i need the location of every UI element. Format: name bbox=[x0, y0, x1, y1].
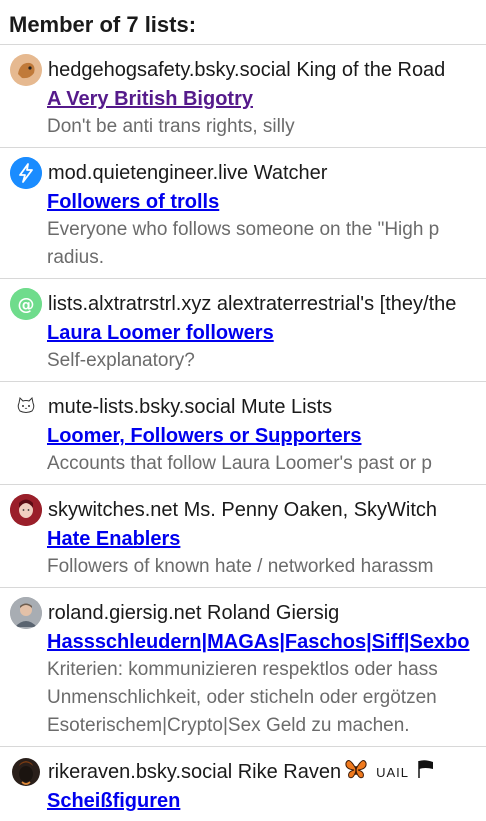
list-title-link[interactable]: Followers of trolls bbox=[47, 188, 486, 216]
list-owner[interactable]: lists.alxtratrstrl.xyz alextraterrestria… bbox=[48, 293, 456, 316]
list-item: roland.giersig.net Roland Giersig Hasssc… bbox=[0, 588, 486, 747]
list-description: Kriterien: kommunizieren respektlos oder… bbox=[47, 659, 438, 680]
list-item: mute-lists.bsky.social Mute Lists Loomer… bbox=[0, 382, 486, 485]
butterfly-icon bbox=[344, 758, 368, 786]
at-sign-avatar-icon[interactable]: @ bbox=[10, 288, 42, 320]
list-description: Unmenschlichkeit, oder sticheln oder erg… bbox=[47, 687, 437, 708]
list-item: mod.quietengineer.live Watcher Followers… bbox=[0, 148, 486, 279]
list-owner[interactable]: roland.giersig.net Roland Giersig bbox=[48, 602, 339, 625]
cat-avatar-icon[interactable] bbox=[10, 391, 42, 423]
person-avatar-icon[interactable] bbox=[10, 597, 42, 629]
lightning-avatar-icon[interactable] bbox=[10, 157, 42, 189]
list-title-link[interactable]: A Very British Bigotry bbox=[47, 85, 486, 113]
list-description: Esoterischem|Crypto|Sex Geld zu machen. bbox=[47, 715, 410, 736]
svg-text:@: @ bbox=[18, 295, 35, 315]
witch-avatar-icon[interactable] bbox=[10, 494, 42, 526]
list-owner[interactable]: hedgehogsafety.bsky.social King of the R… bbox=[48, 59, 445, 82]
flag-icon bbox=[415, 758, 435, 786]
list-owner[interactable]: mute-lists.bsky.social Mute Lists bbox=[48, 396, 332, 419]
list-title-link[interactable]: Loomer, Followers or Supporters bbox=[47, 422, 486, 450]
list-description: Self-explanatory? bbox=[47, 350, 195, 371]
badge-text: UAIL bbox=[376, 764, 409, 780]
list-owner[interactable]: skywitches.net Ms. Penny Oaken, SkyWitch bbox=[48, 499, 437, 522]
list-item: hedgehogsafety.bsky.social King of the R… bbox=[0, 45, 486, 148]
list-title-link[interactable]: Hassschleudern|MAGAs|Faschos|Siff|Sexbo bbox=[47, 628, 486, 656]
list-title-link[interactable]: Scheißfiguren bbox=[47, 787, 486, 815]
list-description: radius. bbox=[47, 247, 105, 268]
list-item: skywitches.net Ms. Penny Oaken, SkyWitch… bbox=[0, 485, 486, 588]
list-item: rikeraven.bsky.social Rike Raven UAIL Sc… bbox=[0, 747, 486, 821]
raven-avatar-icon[interactable] bbox=[10, 756, 42, 788]
hedgehog-avatar-icon[interactable] bbox=[10, 54, 42, 86]
list-description: Accounts that follow Laura Loomer's past… bbox=[47, 453, 432, 474]
list-description: Don't be anti trans rights, silly bbox=[47, 116, 295, 137]
list-title-link[interactable]: Hate Enablers bbox=[47, 525, 486, 553]
list-owner[interactable]: mod.quietengineer.live Watcher bbox=[48, 162, 327, 185]
list-item: @ lists.alxtratrstrl.xyz alextraterrestr… bbox=[0, 279, 486, 382]
list-title-link[interactable]: Laura Loomer followers bbox=[47, 319, 486, 347]
list-description: Followers of known hate / networked hara… bbox=[47, 556, 434, 577]
list-description: Everyone who follows someone on the "Hig… bbox=[47, 219, 440, 240]
page-heading: Member of 7 lists: bbox=[0, 0, 486, 45]
list-owner[interactable]: rikeraven.bsky.social Rike Raven bbox=[48, 761, 341, 784]
